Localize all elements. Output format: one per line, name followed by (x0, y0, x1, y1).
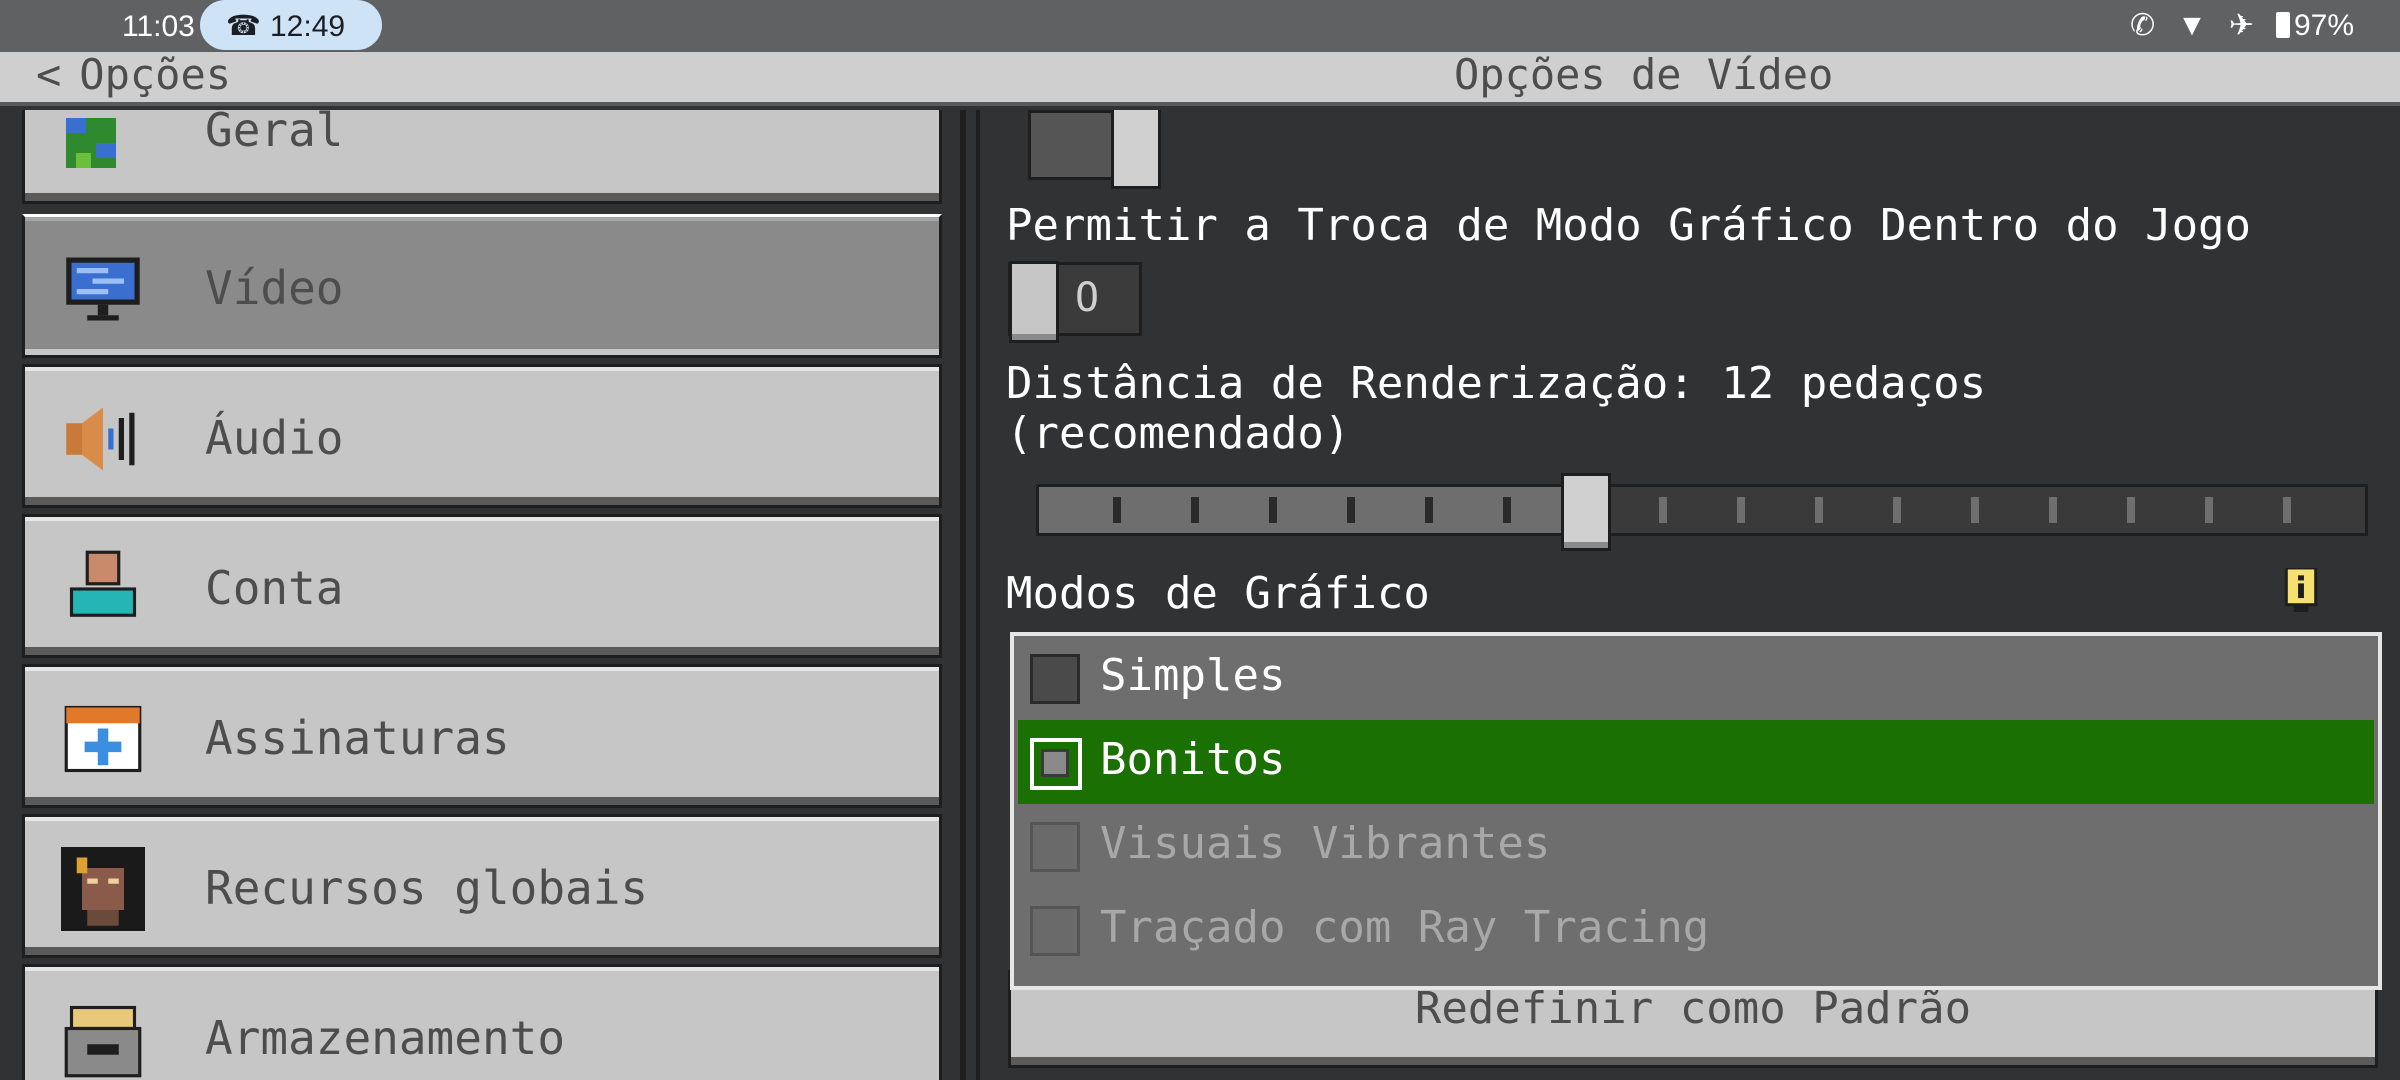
graphics-mode-toggle[interactable]: O (1008, 261, 1142, 343)
speaker-icon (66, 407, 135, 471)
slider-tick (2283, 497, 2291, 523)
video-settings-panel: Permitir a Troca de Modo Gráfico Dentro … (976, 110, 2400, 1080)
call-duration: 12:49 (270, 10, 346, 43)
ongoing-call-chip[interactable]: ☎ 12:49 (200, 0, 382, 50)
render-distance-note: (recomendado) (1006, 408, 1351, 459)
slider-tick (1113, 497, 1121, 523)
sidebar-item-armazenamento[interactable]: Armazenamento (22, 964, 942, 1080)
sidebar-item-conta[interactable]: Conta (22, 514, 942, 658)
graphics-toggle-label: Permitir a Troca de Modo Gráfico Dentro … (1006, 200, 2252, 251)
phone-icon: ☎ (226, 10, 261, 41)
sidebar-item-label: Geral (205, 110, 344, 157)
calendar-add-icon (64, 705, 142, 773)
graphics-option-ray-tracing: Traçado com Ray Tracing (1018, 888, 2374, 972)
slider-tick (2205, 497, 2213, 523)
status-time: 11:03 (122, 10, 195, 43)
slider-tick (1347, 497, 1355, 523)
sidebar-item-recursos-globais[interactable]: Recursos globais (22, 814, 942, 958)
slider-tick (1815, 497, 1823, 523)
resource-pack-icon (61, 847, 145, 931)
slider-tick (1503, 497, 1511, 523)
page-title: Opções de Vídeo (1454, 50, 1834, 99)
battery-level: 97% (2293, 8, 2354, 42)
slider-tick (1737, 497, 1745, 523)
slider-tick (1191, 497, 1199, 523)
info-icon[interactable] (2282, 568, 2320, 612)
slider-tick (1269, 497, 1277, 523)
radio-box (1030, 654, 1080, 704)
globe-icon (66, 118, 116, 168)
status-bar: 11:03 ☎ 12:49 ✆ ▼ ✈ 97% (0, 0, 2400, 52)
sidebar-item-label: Assinaturas (205, 711, 510, 765)
toggle-state: O (1075, 275, 1100, 321)
storage-icon (64, 1005, 142, 1078)
sidebar-item-label: Armazenamento (205, 1011, 566, 1065)
slider-tick (1893, 497, 1901, 523)
slider-tick (1659, 497, 1667, 523)
slider-tick (1971, 497, 1979, 523)
sidebar-item-label: Vídeo (205, 261, 344, 315)
battery-icon (2275, 11, 2290, 38)
slider-tick (2049, 497, 2057, 523)
back-label: Opções (79, 50, 232, 99)
render-distance-label: Distância de Renderização: 12 pedaços (1006, 358, 1987, 409)
slider-tick (2127, 497, 2135, 523)
account-icon (69, 550, 137, 617)
reset-label: Redefinir como Padrão (1414, 983, 1972, 1034)
graphics-mode-dropdown: Simples Bonitos Visuais Vibrantes Traçad… (1010, 632, 2382, 990)
sidebar-item-label: Recursos globais (205, 861, 649, 915)
graphics-modes-label: Modos de Gráfico (1006, 568, 1430, 619)
option-label: Simples (1100, 650, 1286, 701)
graphics-option-simples[interactable]: Simples (1018, 636, 2374, 720)
graphics-option-bonitos[interactable]: Bonitos (1018, 720, 2374, 804)
slider-handle[interactable] (1111, 110, 1161, 189)
slider-tick (1425, 497, 1433, 523)
status-icons: ✆ ▼ ✈ 97% (2130, 8, 2354, 43)
sidebar-item-video[interactable]: Vídeo (22, 214, 942, 358)
sidebar-item-audio[interactable]: Áudio (22, 364, 942, 508)
graphics-option-visuais-vibrantes: Visuais Vibrantes (1018, 804, 2374, 888)
sidebar-item-assinaturas[interactable]: Assinaturas (22, 664, 942, 808)
radio-box (1030, 906, 1080, 956)
radio-box-selected (1030, 738, 1082, 790)
sidebar-item-label: Áudio (205, 411, 344, 465)
battery-status: 97% (2275, 8, 2354, 43)
airplane-icon: ✈ (2228, 9, 2254, 42)
toggle-knob (1009, 261, 1059, 343)
wifi-icon: ▼ (2177, 8, 2207, 42)
option-label: Visuais Vibrantes (1100, 818, 1551, 869)
settings-sidebar: Geral Vídeo Áudio Conta Assinaturas Recu… (0, 110, 966, 1080)
sidebar-item-geral[interactable]: Geral (22, 110, 942, 204)
back-button[interactable]: < Opções (36, 50, 231, 99)
slider-handle[interactable] (1561, 473, 1611, 551)
previous-slider[interactable] (1028, 110, 1161, 189)
radio-box (1030, 822, 1080, 872)
sidebar-item-label: Conta (205, 561, 344, 615)
wifi-calling-icon: ✆ (2129, 9, 2156, 42)
option-label: Traçado com Ray Tracing (1100, 902, 1710, 953)
chevron-left-icon: < (36, 50, 62, 99)
monitor-icon (66, 257, 140, 321)
option-label: Bonitos (1100, 734, 1286, 785)
render-distance-slider[interactable] (1036, 473, 2368, 551)
